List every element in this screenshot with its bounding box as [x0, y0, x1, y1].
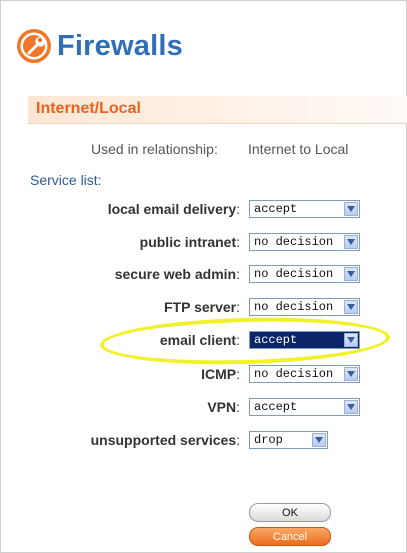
- label-colon: :: [236, 266, 240, 282]
- service-label-vpn: VPN:: [207, 399, 240, 415]
- chevron-down-icon[interactable]: [344, 367, 358, 381]
- service-label-text: secure web admin: [114, 266, 237, 282]
- service-label-text: unsupported services: [90, 432, 237, 448]
- unsupported-services-select[interactable]: drop: [249, 431, 328, 449]
- local-email-delivery-select[interactable]: accept: [249, 200, 360, 218]
- label-colon: :: [236, 299, 240, 315]
- service-label-secure-web-admin: secure web admin:: [115, 266, 240, 282]
- page-title: Firewalls: [57, 29, 183, 62]
- chevron-down-icon[interactable]: [344, 267, 358, 281]
- select-value: no decision: [254, 267, 334, 281]
- select-value: no decision: [254, 300, 334, 314]
- service-label-text: VPN: [207, 399, 237, 415]
- vpn-select[interactable]: accept: [249, 398, 360, 416]
- relationship-value: Internet to Local: [248, 141, 349, 157]
- icmp-select[interactable]: no decision: [249, 365, 360, 383]
- select-value: accept: [254, 202, 298, 216]
- section-title: Internet/Local: [36, 100, 141, 117]
- service-label-unsupported-services: unsupported services:: [91, 432, 240, 448]
- chevron-down-icon[interactable]: [344, 235, 358, 249]
- select-value: drop: [254, 433, 283, 447]
- label-colon: :: [236, 399, 240, 415]
- service-label-icmp: ICMP:: [201, 366, 240, 382]
- secure-web-admin-select[interactable]: no decision: [249, 265, 360, 283]
- service-label-ftp-server: FTP server:: [164, 299, 240, 315]
- service-label-text: ICMP: [201, 366, 237, 382]
- service-label-text: local email delivery: [107, 201, 237, 217]
- service-list-label: Service list:: [30, 172, 102, 188]
- label-colon: :: [236, 432, 240, 448]
- service-label-text: public intranet: [139, 234, 237, 250]
- label-colon: :: [236, 234, 240, 250]
- service-label-public-intranet: public intranet:: [140, 234, 240, 250]
- select-value: accept: [254, 400, 298, 414]
- wrench-icon: [17, 29, 51, 63]
- chevron-down-icon[interactable]: [344, 202, 358, 216]
- service-label-local-email-delivery: local email delivery:: [108, 201, 240, 217]
- cancel-button[interactable]: Cancel: [249, 527, 331, 546]
- chevron-down-icon[interactable]: [344, 300, 358, 314]
- select-value: no decision: [254, 235, 334, 249]
- label-colon: :: [236, 366, 240, 382]
- relationship-label: Used in relationship:: [91, 141, 218, 157]
- ftp-server-select[interactable]: no decision: [249, 298, 360, 316]
- chevron-down-icon[interactable]: [344, 400, 358, 414]
- service-label-text: FTP server: [163, 299, 237, 315]
- chevron-down-icon[interactable]: [312, 433, 326, 447]
- title-row: Firewalls: [16, 26, 183, 66]
- label-colon: :: [236, 201, 240, 217]
- public-intranet-select[interactable]: no decision: [249, 233, 360, 251]
- select-value: no decision: [254, 367, 334, 381]
- ok-button[interactable]: OK: [249, 503, 331, 522]
